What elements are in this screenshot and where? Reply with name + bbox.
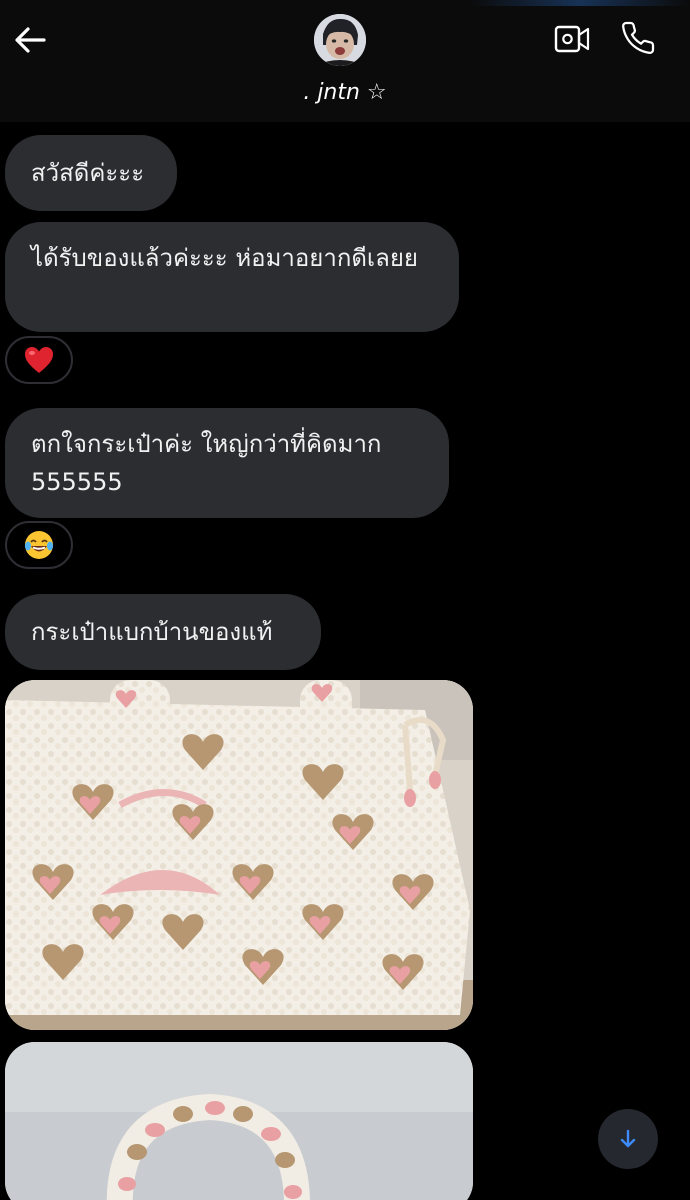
message-text: กระเป๋าแบกบ้านของแท้: [31, 618, 273, 646]
video-call-button[interactable]: [554, 22, 590, 56]
message-text: ตกใจกระเป๋าค่ะ ใหญ่กว่าที่คิดมาก 555555: [31, 430, 382, 496]
message-reaction[interactable]: [5, 336, 73, 384]
phone-icon: [622, 21, 655, 54]
photo-attachment[interactable]: [5, 680, 473, 1030]
chat-screen: . jntn ☆ สวัสดีค่ะะะ ได้รับของแล้วค่ะะะ …: [0, 0, 690, 1200]
red-heart-icon: [25, 347, 53, 373]
message-bubble[interactable]: สวัสดีค่ะะะ: [5, 135, 177, 211]
video-camera-icon: [554, 25, 590, 53]
photo-attachment[interactable]: [5, 1042, 473, 1200]
back-button[interactable]: [10, 22, 50, 58]
scroll-to-bottom-button[interactable]: [598, 1109, 658, 1169]
laughing-emoji-icon: [25, 531, 53, 559]
contact-name[interactable]: . jntn ☆: [0, 80, 690, 105]
fleece-bag-photo: [5, 680, 473, 1030]
status-glow: [470, 0, 690, 6]
arrow-left-icon: [15, 27, 46, 53]
voice-call-button[interactable]: [620, 20, 656, 56]
fleece-handle-photo: [5, 1042, 473, 1200]
arrow-down-icon: [620, 1129, 636, 1148]
message-reaction[interactable]: [5, 521, 73, 569]
chat-header: . jntn ☆: [0, 0, 690, 122]
message-text: ได้รับของแล้วค่ะะะ ห่อมาอยากดีเลยย: [31, 244, 418, 272]
message-text: สวัสดีค่ะะะ: [31, 159, 145, 187]
message-bubble[interactable]: กระเป๋าแบกบ้านของแท้: [5, 594, 321, 670]
message-bubble[interactable]: ตกใจกระเป๋าค่ะ ใหญ่กว่าที่คิดมาก 555555: [5, 408, 449, 518]
avatar[interactable]: [314, 14, 366, 66]
message-bubble[interactable]: ได้รับของแล้วค่ะะะ ห่อมาอยากดีเลยย: [5, 222, 459, 332]
